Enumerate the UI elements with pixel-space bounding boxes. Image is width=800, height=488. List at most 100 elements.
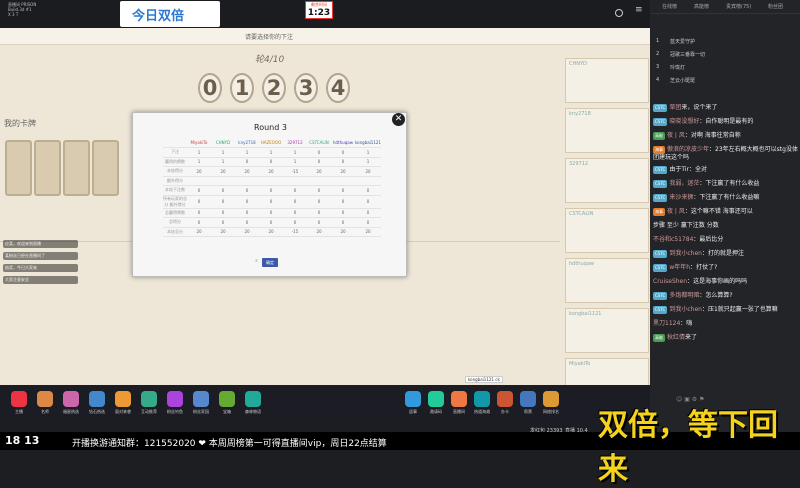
chat-username[interactable]: 夜 | 风	[667, 132, 685, 139]
gift-item[interactable]: 网络排名	[538, 391, 564, 415]
chat-username[interactable]: 傲浪的凉皮少年	[667, 146, 709, 153]
gift-item[interactable]: 主播	[6, 391, 32, 415]
chat-message: 步骤 至少 赢下注数 分数	[653, 222, 798, 230]
player-card[interactable]: CSTCALIN	[565, 208, 649, 253]
gift-item[interactable]: 名师	[32, 391, 58, 415]
chat-message: CSTC 来沙来狮：下注赢了有什么收益嘛	[653, 194, 798, 202]
chat-username[interactable]: 到我小chen	[669, 306, 702, 313]
bet-digit-3[interactable]: 3	[294, 73, 318, 103]
gift-item[interactable]: 钻石热选	[84, 391, 110, 415]
score-cell: 20	[235, 227, 259, 237]
score-cell: 20	[355, 166, 381, 177]
tarot-card[interactable]	[92, 140, 119, 196]
score-cell: 20	[211, 227, 235, 237]
chat-username[interactable]: 草团	[669, 104, 681, 111]
gift-item[interactable]: 面对来袭	[110, 391, 136, 415]
gift-label: 帮票	[524, 409, 532, 414]
chat-message: CSTC 到我小chen：压1就只起赢一张了也算嘛	[653, 306, 798, 314]
player-card[interactable]: kny2718	[565, 108, 649, 153]
rank-name: 玲珑灯	[670, 65, 686, 71]
gift-icon	[497, 391, 513, 407]
chat-username[interactable]: 来沙来狮	[669, 194, 693, 201]
gift-icon	[193, 391, 209, 407]
user-badge: 高能	[653, 334, 665, 342]
user-badge: CSTC	[653, 194, 668, 202]
player-card[interactable]: CHNYD	[565, 58, 649, 103]
gift-icon	[219, 391, 235, 407]
gift-item[interactable]: 粉丝家园	[188, 391, 214, 415]
clock: 18 13	[5, 434, 40, 447]
gift-label: 粉丝钓鱼	[167, 409, 183, 414]
tab-vip[interactable]: 贵宾榜(75)	[726, 3, 751, 10]
player-card[interactable]: kongbai1121	[565, 308, 649, 353]
chat-username[interactable]: CruiseShen	[653, 278, 687, 285]
player-name: MiyakiTo	[569, 361, 591, 367]
player-header: kongbai1121	[355, 138, 381, 148]
dialog-title: Round 3	[254, 123, 287, 132]
rank-name: 芝云小斑斑	[670, 78, 696, 84]
rank-row[interactable]: 4 芝云小斑斑	[650, 77, 800, 90]
overlay-chat-line: 大家注意安全	[3, 276, 78, 284]
score-cell: 0	[331, 147, 355, 158]
gift-label: 邀请码	[430, 409, 442, 414]
chat-username[interactable]: 我弱，迷茫	[669, 180, 699, 187]
bet-digit-4[interactable]: 4	[326, 73, 350, 103]
rank-row[interactable]: 3 玲珑灯	[650, 64, 800, 77]
chat-message: CSTC 到我小chen：打的就是押注	[653, 250, 798, 258]
gift-item[interactable]: 森林物语	[240, 391, 266, 415]
tab-online[interactable]: 在线榜	[662, 3, 677, 10]
chat-username[interactable]: 黑刀1124	[653, 320, 680, 327]
gift-item[interactable]: 宝箱	[214, 391, 240, 415]
gift-label: 福星热选	[63, 409, 79, 414]
score-table: MiyakiTo CHNYD kny2718 HAZEOOO 329712 CS…	[163, 138, 381, 237]
chat-tabs: 在线榜 高能榜 贵宾榜(75) 粉丝团	[650, 0, 800, 14]
rank-row[interactable]: 2 冠歌三番靠一切	[650, 51, 800, 64]
bet-digit-1[interactable]: 1	[230, 73, 254, 103]
score-cell: 0	[187, 195, 211, 209]
confirm-button[interactable]: 确定	[262, 258, 278, 267]
chat-username[interactable]: w年年h	[669, 264, 690, 271]
rank-row[interactable]: 1 蓝天爱守护	[650, 38, 800, 51]
tab-energy[interactable]: 高能榜	[694, 3, 709, 10]
gift-icon	[89, 391, 105, 407]
score-row: 所有玩家的总分 额外得分 0 0 0 0 0 0 0 0	[163, 195, 381, 209]
gift-label: 居事	[409, 409, 417, 414]
overlay-chat: 应某，欢迎来到直播 某粉丝已经在直播间了 抽奖，今日大家来 大家注意安全	[0, 240, 80, 370]
tarot-card[interactable]	[63, 140, 90, 196]
chat-username[interactable]: 晓晓没想好	[669, 118, 699, 125]
bet-digit-0[interactable]: 0	[198, 73, 222, 103]
player-card[interactable]: 329712	[565, 158, 649, 203]
menu-icon[interactable]: ≡	[635, 6, 644, 15]
score-cell: 0	[331, 217, 355, 228]
close-icon[interactable]: ✕	[392, 113, 405, 126]
bet-digit-2[interactable]: 2	[262, 73, 286, 103]
top-bar: 直播间 PRISON Build.3d #1 X 3 T 今日双倍 剩余时间 1…	[0, 0, 650, 28]
tarot-card[interactable]	[34, 140, 61, 196]
rank-number: 4	[656, 77, 660, 83]
overlay-chat-line: 抽奖，今日大家来	[3, 264, 78, 272]
gift-item[interactable]: 互动推荐	[136, 391, 162, 415]
chat-text: 步骤 至少 赢下注数 分数	[653, 222, 719, 229]
gift-icon	[245, 391, 261, 407]
player-card[interactable]: hdthuqaw	[565, 258, 649, 303]
player-roster: CHNYD kny2718 329712 CSTCALIN hdthuqaw k…	[565, 58, 650, 413]
chat-username[interactable]: 夜 | 风	[667, 208, 685, 215]
chat-username[interactable]: 秋红倩	[667, 334, 685, 341]
chat-username[interactable]: 不谷和c51784	[653, 236, 693, 243]
chat-username[interactable]: 到我小chen	[669, 250, 702, 257]
gift-item[interactable]: 粉丝钓鱼	[162, 391, 188, 415]
chat-username[interactable]: 多炮都明暗	[669, 292, 699, 299]
tarot-card[interactable]	[5, 140, 32, 196]
tab-fans[interactable]: 粉丝团	[768, 3, 783, 10]
gift-item[interactable]: 福星热选	[58, 391, 84, 415]
ticker-text: 开播换游通知群：121552020 ❤ 本周周榜第一可得直播间vip，周日22点…	[72, 439, 387, 449]
score-cell: 0	[211, 217, 235, 228]
chat-message: 高能夜 | 风：对啊 海事往常自称	[653, 132, 798, 140]
score-cell: 0	[355, 195, 381, 209]
round-timer: 剩余时间 1:23	[305, 1, 333, 19]
help-icon[interactable]	[615, 9, 623, 17]
player-name: kongbai1121	[569, 311, 602, 317]
chat-message: CSTC 草团来，说个来了	[653, 104, 798, 112]
score-row-label: 额外得分	[163, 176, 187, 186]
score-cell: 1	[355, 147, 381, 158]
